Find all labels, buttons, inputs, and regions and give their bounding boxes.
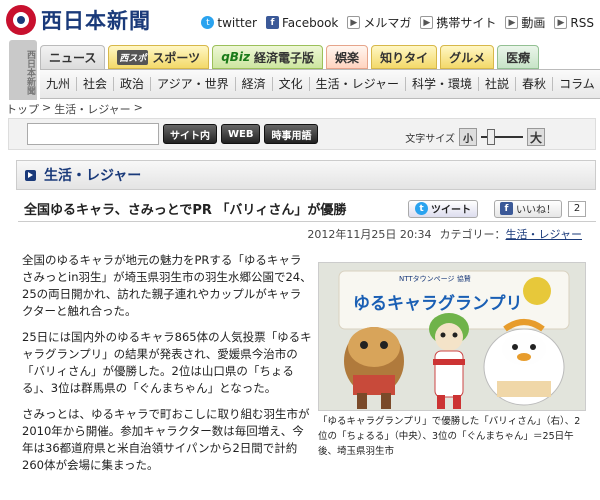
mobile-link-label: 携帯サイト [436,16,497,30]
subnav-column[interactable]: コラム [553,77,600,91]
twitter-icon: t [201,16,215,29]
subnav-life-leisure[interactable]: 生活・レジャー [310,77,407,91]
tab-sports-label: スポーツ [152,50,201,65]
section-arrow-icon [25,169,36,181]
tab-entertainment[interactable]: 娯楽 [326,45,369,69]
breadcrumb-home[interactable]: トップ [6,101,39,117]
facebook-icon: f [265,16,279,29]
font-size-control: 文字サイズ 小 大 [405,128,545,146]
font-size-label: 文字サイズ [405,133,455,145]
arrow-icon: ▶ [505,16,519,29]
tab-news-label: ニュース [49,51,97,65]
site-logo[interactable]: 西日本新聞 [6,5,151,35]
web-search-button[interactable]: WEB [221,124,261,144]
photo-sign-text: ゆるキャラグランプリ [353,293,523,314]
tab-news[interactable]: ニュース [40,45,106,69]
twitter-link-label: twitter [217,15,257,30]
facebook-like-button[interactable]: f いいね！ [494,199,562,218]
rss-link-label: RSS [570,15,594,30]
font-size-small-button[interactable]: 小 [459,128,477,146]
like-count: 2 [568,200,586,217]
like-button-label: いいね！ [516,205,556,216]
search-bar: サイト内 WEB 時事用語 文字サイズ 小 大 [8,118,596,150]
tab-entertainment-label: 娯楽 [335,50,360,65]
nishispo-badge: 西スポ [117,49,149,65]
tab-sports[interactable]: 西スポ スポーツ [108,45,210,69]
section-title: 生活・レジャー [44,168,142,184]
font-size-slider-thumb[interactable] [487,129,495,145]
facebook-link[interactable]: f Facebook [265,15,339,30]
facebook-icon: f [500,202,513,215]
article-headline-row: 全国ゆるキャラ、さみっとでPR 「バリィさん」が優勝 t ツイート f いいね！… [18,196,596,222]
article-paragraph: 25日には国内外のゆるキャラ865体の人気投票「ゆるキャラグランプリ」の結果が発… [22,330,312,395]
tab-shiritai-label: 知りタイ [380,50,429,65]
mobile-link[interactable]: ▶ 携帯サイト [420,14,496,31]
mailmag-link[interactable]: ▶ メルマガ [347,14,411,31]
photo-illustration: NTTタウンページ 協賛 ゆるキャラグランプリ [319,263,585,410]
article-paragraph: 全国のゆるキャラが地元の魅力をPRする「ゆるキャラさみっとin羽生」が埼玉県羽生… [22,253,312,318]
subnav-economy[interactable]: 経済 [236,77,273,91]
subnav-science[interactable]: 科学・環境 [406,77,480,91]
subnav-kyushu[interactable]: 九州 [40,77,78,91]
site-search-button[interactable]: サイト内 [163,124,217,144]
breadcrumb: トップ > 生活・レジャー > [6,101,143,117]
article-category-wrap: カテゴリー：生活・レジャー [440,226,582,242]
photo-sponsor-text: NTTタウンページ 協賛 [399,274,471,283]
arrow-icon: ▶ [554,16,568,29]
video-link-label: 動画 [521,16,546,30]
glossary-search-button[interactable]: 時事用語 [264,124,319,144]
font-size-slider[interactable] [481,129,523,145]
article-photo[interactable]: NTTタウンページ 協賛 ゆるキャラグランプリ [318,262,586,411]
subnav-society[interactable]: 社会 [77,77,115,91]
tab-qbiz-label: 経済電子版 [254,50,315,65]
arrow-icon: ▶ [420,16,434,29]
article-date: 2012年11月25日 20:34 [307,228,432,241]
tab-medical-label: 医療 [506,50,531,65]
tab-qbiz[interactable]: qBiz 経済電子版 [212,45,324,69]
top-bar: 西日本新聞 t twitter f Facebook ▶ メルマガ ▶ 携帯サイ… [0,0,600,40]
top-links: t twitter f Facebook ▶ メルマガ ▶ 携帯サイト ▶ 動画… [201,14,594,31]
video-link[interactable]: ▶ 動画 [505,14,545,31]
rss-link[interactable]: ▶ RSS [554,16,594,30]
tab-gourmet[interactable]: グルメ [440,45,495,69]
category-link[interactable]: 生活・レジャー [506,228,582,241]
tab-gourmet-label: グルメ [449,50,486,65]
qbiz-logo: qBiz [221,50,251,64]
section-header: 生活・レジャー [16,160,596,190]
breadcrumb-separator: > [133,101,143,114]
tweet-button-label: ツイート [431,205,471,216]
subnav-asia-world[interactable]: アジア・世界 [151,77,236,91]
subnav-culture[interactable]: 文化 [273,77,310,91]
breadcrumb-current[interactable]: 生活・レジャー [54,101,130,117]
sub-navigation: 九州 社会 政治 アジア・世界 経済 文化 生活・レジャー 科学・環境 社説 春… [40,69,600,99]
tab-shiritai[interactable]: 知りタイ [371,45,438,69]
photo-caption: 「ゆるキャラグランプリ」で優勝した「バリィさん」（右）、2位の「ちょるる」（中央… [318,416,581,457]
category-label: カテゴリー： [439,228,506,241]
article-meta: 2012年11月25日 20:34 カテゴリー：生活・レジャー [307,226,582,242]
arrow-icon: ▶ [347,16,361,29]
twitter-link[interactable]: t twitter [201,16,257,30]
facebook-link-label: Facebook [281,15,339,30]
tab-medical[interactable]: 医療 [497,45,540,69]
logo-mark-icon [6,5,36,35]
subnav-politics[interactable]: 政治 [114,77,152,91]
article-body: 全国のゆるキャラが地元の魅力をPRする「ゆるキャラさみっとin羽生」が埼玉県羽生… [22,252,312,483]
article-paragraph: さみっとは、ゆるキャラで町おこしに取り組む羽生市が2010年から開催。参加キャラ… [22,407,310,472]
search-input[interactable] [27,123,159,145]
side-logo-badge: 西日本新聞 [9,40,37,100]
tweet-button[interactable]: t ツイート [408,199,478,218]
twitter-bird-icon: t [415,202,428,215]
subnav-shunju[interactable]: 春秋 [516,77,554,91]
category-tabs: ニュース 西スポ スポーツ qBiz 経済電子版 娯楽 知りタイ グルメ 医療 [40,45,540,69]
mailmag-link-label: メルマガ [363,16,412,30]
subnav-editorial[interactable]: 社説 [479,77,517,91]
breadcrumb-separator: > [42,101,52,114]
site-name: 西日本新聞 [41,8,151,33]
font-size-large-button[interactable]: 大 [527,128,545,146]
article-headline: 全国ゆるキャラ、さみっとでPR 「バリィさん」が優勝 [24,203,347,218]
